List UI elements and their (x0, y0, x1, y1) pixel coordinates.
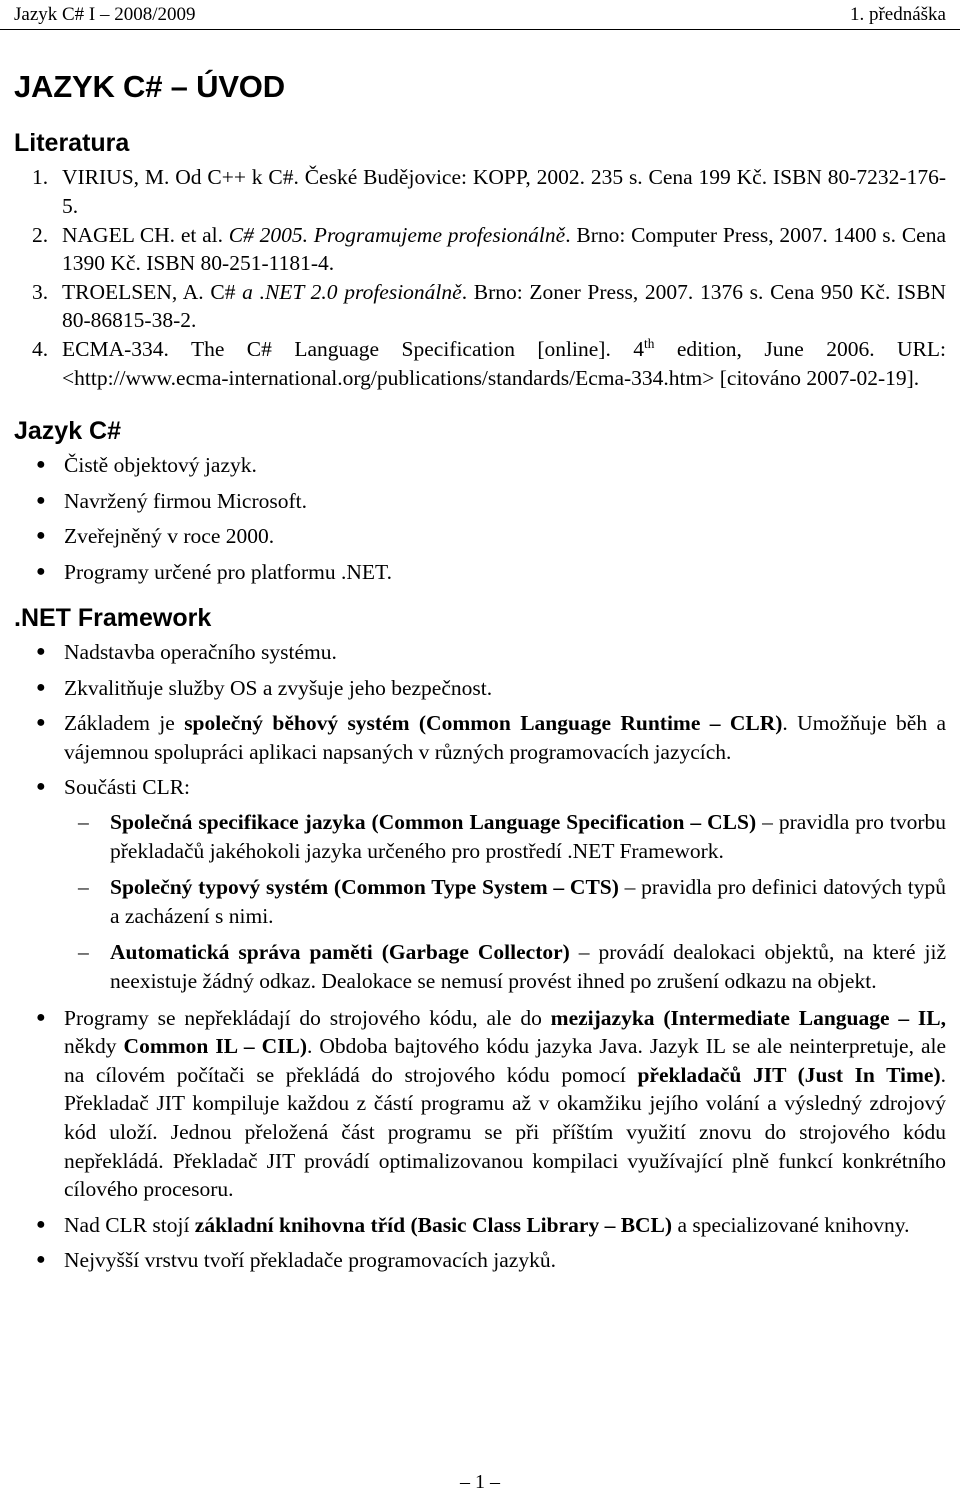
bullet-text: Zveřejněný v roce 2000. (64, 524, 274, 548)
text-run: Zkvalitňuje služby OS a zvyšuje jeho bez… (64, 675, 493, 700)
dash-bullet-icon: – (78, 940, 89, 965)
jazyk-csharp-bullet-item: ● Programy určené pro platformu .NET. (14, 558, 946, 587)
section-heading-literatura: Literatura (14, 128, 130, 157)
superscript-run: th (644, 336, 655, 352)
text-run: Součásti CLR: (64, 775, 191, 800)
net-framework-bullet-item: ● Nadstavba operačního systému. (14, 638, 946, 667)
bold-run: mezijazyka (Intermediate Language – IL, (550, 1005, 946, 1030)
jazyk-csharp-bullet-item: ● Zveřejněný v roce 2000. (14, 522, 946, 551)
literature-list: 1. VIRIUS, M. Od C++ k C#. České Budějovi… (14, 163, 946, 391)
text-run: Nadstavba operačního systému. (64, 640, 337, 665)
clr-component-item: – Společná specifikace jazyka (Common Lan… (64, 808, 946, 865)
clr-component-item: – Automatická správa paměti (Garbage Coll… (64, 938, 946, 995)
bullet-text: Programy určené pro platformu .NET. (64, 560, 392, 584)
clr-component-text: Automatická správa paměti (Garbage Colle… (110, 940, 946, 993)
page-number-footer: – 1 – (460, 1471, 500, 1493)
literature-item-number: 1. (32, 165, 49, 190)
bullet-icon: ● (36, 678, 46, 696)
clr-component-list: – Společná specifikace jazyka (Common Lan… (64, 808, 946, 996)
document-page: Jazyk C# I – 2008/2009 1. přednáška JAZY… (0, 0, 960, 1512)
bullet-icon: ● (36, 778, 46, 796)
jazyk-csharp-bullet-list: ● Čistě objektový jazyk. ● Navržený firmou … (14, 451, 946, 586)
text-run: Čistě objektový jazyk. (64, 453, 257, 478)
text-run: Programy se nepřekládají do strojového k… (64, 1005, 551, 1030)
bullet-text: Programy se nepřekládají do strojového k… (64, 1006, 946, 1202)
bold-run: společný běhový systém (Common Language … (184, 711, 783, 736)
literature-item-text: VIRIUS, M. Od C++ k C#. České Budějovice… (62, 165, 946, 217)
section-heading-net-framework: .NET Framework (14, 603, 212, 632)
net-framework-bullet-list: ● Nadstavba operačního systému. ● Zkvalitňu… (14, 638, 946, 1275)
literature-item: 4. ECMA-334. The C# Language Specificatio… (14, 335, 946, 391)
literature-item-text: ECMA-334. The C# Language Specification … (62, 337, 946, 389)
text-run: TROELSEN, A. C# (62, 280, 243, 305)
bullet-icon: ● (36, 562, 46, 580)
jazyk-csharp-bullet-item: ● Navržený firmou Microsoft. (14, 487, 946, 516)
bullet-text: Součásti CLR: (64, 775, 190, 799)
text-run: Základem je (64, 711, 185, 736)
italic-run: a .NET 2.0 profesionálně (242, 280, 462, 305)
bullet-icon: ● (36, 1251, 46, 1269)
bold-run: překladačů JIT (Just In Time) (637, 1062, 941, 1087)
bullet-text: Navržený firmou Microsoft. (64, 489, 307, 513)
bold-run: Společný typový systém (Common Type Syst… (110, 875, 619, 900)
bullet-text: Základem je společný běhový systém (Comm… (64, 711, 946, 764)
text-run: a specializované knihovny. (672, 1212, 910, 1237)
document-body: JAZYK C# – ÚVOD Literatura 1. VIRIUS, M. … (0, 68, 960, 1275)
text-run: VIRIUS, M. Od C++ k C#. České Budějovice… (62, 165, 946, 218)
section-heading-jazyk-csharp: Jazyk C# (14, 416, 122, 445)
net-framework-bullet-item: ● Základem je společný běhový systém (Com… (14, 709, 946, 766)
net-framework-bullet-item: ● Programy se nepřekládají do strojového … (14, 1004, 946, 1204)
net-framework-bullet-item: ● Nad CLR stojí základní knihovna tříd (B… (14, 1211, 946, 1240)
jazyk-csharp-bullet-item: ● Čistě objektový jazyk. (14, 451, 946, 480)
bullet-icon: ● (36, 714, 46, 732)
bold-run: Common IL – CIL) (123, 1034, 307, 1059)
text-run: Programy určené pro platformu .NET. (64, 559, 392, 584)
bullet-icon: ● (36, 643, 46, 661)
text-run: Navržený firmou Microsoft. (64, 488, 307, 513)
text-run: Zveřejněný v roce 2000. (64, 524, 275, 549)
bullet-icon: ● (36, 1008, 46, 1026)
bold-run: Automatická správa paměti (Garbage Colle… (110, 940, 570, 965)
header-lecture-number: 1. přednáška (849, 4, 946, 25)
net-framework-bullet-item: ● Zkvalitňuje služby OS a zvyšuje jeho be… (14, 674, 946, 703)
text-run: někdy (64, 1034, 124, 1059)
bold-run: základní knihovna tříd (Basic Class Libr… (194, 1212, 673, 1237)
literature-item-text: NAGEL CH. et al. C# 2005. Programujeme p… (62, 223, 946, 275)
net-framework-bullet-item: ● Součásti CLR: – Společná specifikace jazy… (14, 773, 946, 995)
bullet-icon: ● (36, 456, 46, 474)
italic-run: C# 2005. Programujeme profesionálně (228, 222, 566, 247)
dash-bullet-icon: – (78, 810, 89, 835)
literature-item-text: TROELSEN, A. C# a .NET 2.0 profesionálně… (62, 280, 946, 332)
text-run: Nad CLR stojí (64, 1212, 195, 1237)
dash-bullet-icon: – (78, 875, 89, 900)
bullet-text: Zkvalitňuje služby OS a zvyšuje jeho bez… (64, 676, 492, 700)
bullet-icon: ● (36, 527, 46, 545)
bullet-text: Nejvyšší vrstvu tvoří překladače program… (64, 1248, 556, 1272)
bullet-text: Nad CLR stojí základní knihovna tříd (Ba… (64, 1213, 909, 1237)
literature-item: 2. NAGEL CH. et al. C# 2005. Programujeme… (14, 221, 946, 277)
literature-item: 3. TROELSEN, A. C# a .NET 2.0 profesionál… (14, 278, 946, 334)
bullet-icon: ● (36, 491, 46, 509)
literature-item: 1. VIRIUS, M. Od C++ k C#. České Budějovi… (14, 163, 946, 219)
running-header: Jazyk C# I – 2008/2009 1. přednáška (0, 0, 960, 30)
literature-item-number: 3. (32, 280, 49, 305)
clr-component-item: – Společný typový systém (Common Type Sys… (64, 873, 946, 930)
literature-item-number: 4. (32, 337, 49, 362)
bullet-icon: ● (36, 1215, 46, 1233)
bullet-text: Nadstavba operačního systému. (64, 640, 337, 664)
clr-component-text: Společná specifikace jazyka (Common Lang… (110, 810, 946, 863)
text-run: Nejvyšší vrstvu tvoří překladače program… (64, 1248, 556, 1273)
text-run: ECMA-334. The C# Language Specification … (62, 337, 645, 362)
literature-item-number: 2. (32, 222, 49, 247)
bullet-text: Čistě objektový jazyk. (64, 453, 257, 477)
bold-run: Společná specifikace jazyka (Common Lang… (110, 810, 757, 835)
page-title: JAZYK C# – ÚVOD (14, 68, 285, 104)
text-run: NAGEL CH. et al. (62, 222, 229, 247)
header-course-title: Jazyk C# I – 2008/2009 (14, 4, 196, 25)
net-framework-bullet-item: ● Nejvyšší vrstvu tvoří překladače progra… (14, 1246, 946, 1275)
clr-component-text: Společný typový systém (Common Type Syst… (110, 875, 946, 928)
